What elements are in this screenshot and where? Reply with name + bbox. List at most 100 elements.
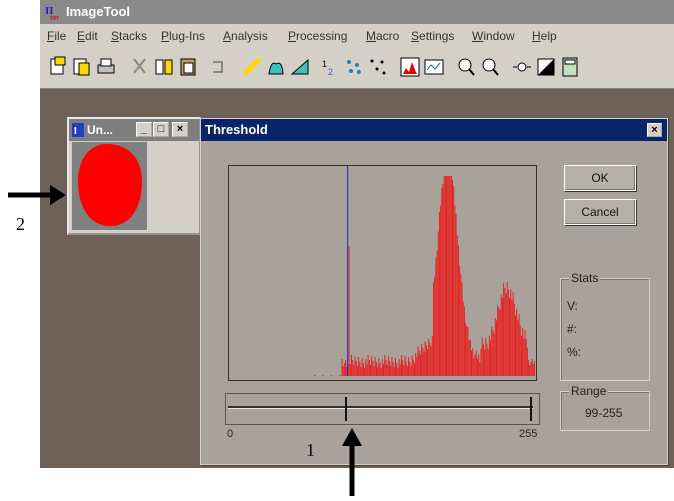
histogram-bar [534,361,535,376]
histogram-bar [530,362,532,376]
profile-icon[interactable] [424,56,444,78]
histogram-bar [416,356,418,376]
print-icon[interactable] [96,56,116,78]
angle-icon[interactable] [290,56,310,78]
histogram-bar [396,363,398,376]
image-canvas[interactable] [72,142,147,230]
ruler-icon[interactable] [242,56,262,78]
close-button[interactable]: × [172,122,188,137]
window-title: ImageTool [66,4,131,19]
image-window-title-bar[interactable]: I Un... _ □ × [69,119,199,141]
contrast-icon[interactable] [536,56,556,78]
minimize-button[interactable]: _ [136,122,152,137]
threshold-slider[interactable] [225,393,540,425]
histogram-bar [469,339,471,376]
dialog-title-bar[interactable]: Threshold × [201,119,667,141]
histogram-bar [453,185,455,376]
histogram-bar [343,363,345,376]
histogram-bar [457,244,459,376]
histogram-bar [473,357,475,376]
range-value: 99-255 [585,406,623,420]
ok-button[interactable]: OK [564,165,636,191]
maximize-button[interactable]: □ [153,122,169,137]
undo-icon[interactable] [208,56,228,78]
save-icon[interactable] [72,56,92,78]
menu-processing[interactable]: Processing [288,24,347,48]
histogram-bar [341,359,343,376]
cancel-button[interactable]: Cancel [564,199,636,225]
histogram-bar [348,246,350,376]
histogram-bar [509,297,511,376]
histogram-bar [385,360,387,376]
histogram-bar [501,297,503,376]
menu-stacks[interactable]: Stacks [111,24,147,48]
slider-high-handle[interactable] [530,397,532,421]
histogram-bar [440,205,442,376]
menu-plugins[interactable]: Plug-Ins [161,24,205,48]
histogram-bar [373,366,375,376]
menu-help[interactable]: Help [532,24,557,48]
menu-window[interactable]: Window [472,24,515,48]
histogram-bar [495,320,497,376]
histogram-bar [462,301,464,376]
histogram-bar [525,338,527,376]
menu-macro[interactable]: Macro [366,24,399,48]
histogram-bar [503,283,505,376]
histogram-bar [370,365,372,376]
calculator-icon[interactable] [560,56,580,78]
menu-settings[interactable]: Settings [411,24,454,48]
svg-text:I: I [74,126,77,137]
toolbar: 12 [40,48,674,89]
zoom-in-icon[interactable] [456,56,476,78]
paste-icon[interactable] [178,56,198,78]
cut-icon[interactable] [130,56,150,78]
menu-edit[interactable]: Edit [77,24,98,48]
zoom-out-icon[interactable] [480,56,500,78]
stat-count-label: #: [567,322,578,336]
menu-file[interactable]: File [47,24,66,48]
histogram-bar [358,357,360,376]
histogram-icon[interactable] [400,56,420,78]
sequence-icon[interactable]: 12 [320,56,340,78]
histogram-bar [478,354,480,376]
histogram-bar [437,231,439,376]
slider-low-handle[interactable] [345,397,348,421]
histogram-bar [532,364,534,376]
open-icon[interactable] [48,56,68,78]
histogram-bar [359,362,361,376]
histogram-bar [499,309,501,376]
histogram-bar [497,304,499,376]
histogram-bar [428,338,430,376]
histogram-bar [467,327,469,376]
histogram-bar [513,303,515,376]
brightness-icon[interactable] [512,56,532,78]
histogram-bar [449,176,451,376]
slider-min-label: 0 [227,428,234,440]
dialog-close-button[interactable]: × [647,123,662,137]
points-icon[interactable] [368,56,388,78]
histogram-bar [430,346,432,376]
menu-analysis[interactable]: Analysis [223,24,268,48]
histogram-bar [517,320,519,376]
histogram-bar [384,355,386,376]
histogram-bar [498,307,500,376]
histogram-bar [446,176,448,376]
histogram-bar [387,356,389,376]
histogram-plot [228,165,537,381]
histogram-bar [424,341,426,376]
histogram-bar [491,326,493,376]
histogram-bar [494,317,496,376]
flip-icon[interactable] [154,56,174,78]
histogram-bar [365,359,367,376]
histogram-bar [427,349,429,376]
particles-icon[interactable] [344,56,364,78]
roi-icon[interactable] [266,56,286,78]
menu-bar: File Edit Stacks Plug-Ins Analysis Proce… [40,24,674,48]
histogram-bar [366,364,368,376]
histogram-bar [510,289,512,376]
histogram-bar [364,368,366,376]
histogram-bar [452,179,454,376]
histogram-bar [405,361,407,376]
histogram-bar [500,294,502,376]
histogram-bar [371,356,373,376]
